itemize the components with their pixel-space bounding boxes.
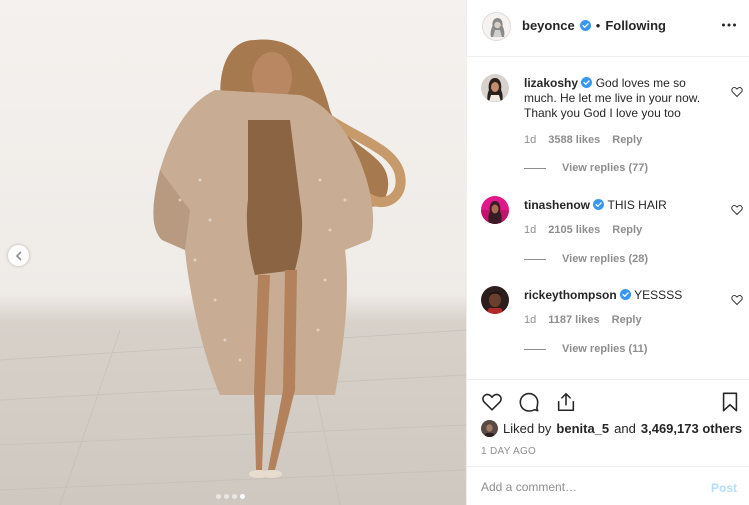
comment-reply-button[interactable]: Reply [612,134,642,146]
header-separator: • [595,18,601,33]
post-comment-button[interactable]: Post [711,481,737,495]
verified-badge-icon [579,20,591,31]
comment-reply-button[interactable]: Reply [612,224,642,236]
carousel-indicator [216,494,245,499]
chevron-left-icon [15,251,21,260]
comment-age: 1d [524,134,537,146]
view-replies-label: View replies (77) [562,162,649,174]
liked-by-prefix: Liked by [503,421,552,436]
liked-by-others[interactable]: 3,469,173 others [641,421,742,436]
follow-status-button[interactable]: Following [605,18,666,33]
view-replies-button[interactable]: View replies (11) [524,343,647,355]
post-header: beyonce • Following [467,0,749,57]
commenter-avatar[interactable] [481,286,509,314]
comment-like-count[interactable]: 3588 likes [548,134,600,146]
carousel-dot [224,494,229,499]
comment-reply-button[interactable]: Reply [612,314,642,326]
comment-content: tinashenow THIS HAIR [524,198,720,213]
comment-text: YESSSS [634,288,683,302]
view-replies-label: View replies (11) [562,343,648,355]
liker-avatar-image [481,420,498,437]
comment-content: lizakoshy God loves me so much. He let m… [524,76,720,121]
comment-meta: 1d 2105 likes Reply [524,224,642,236]
view-replies-label: View replies (28) [562,253,649,265]
carousel-dot-active [240,494,245,499]
comment-username[interactable]: rickeythompson [524,288,617,302]
commenter-avatar-image [481,196,509,224]
likes-summary: Liked by benita_5 and 3,469,173 others [481,420,742,437]
view-replies-button[interactable]: View replies (28) [524,253,648,265]
commenter-avatar-image [481,74,509,102]
liked-by-conjunction: and [614,421,636,436]
commenter-avatar[interactable] [481,196,509,224]
comment-item: rickeythompson YESSSS 1d 1187 likes Repl… [481,286,743,376]
carousel-dot [216,494,221,499]
view-replies-line [524,167,546,169]
author-row: beyonce • Following [522,18,666,33]
carousel-dot [232,494,237,499]
liked-by-user[interactable]: benita_5 [556,421,609,436]
heart-icon[interactable] [731,204,743,216]
commenter-avatar[interactable] [481,74,509,102]
heart-icon[interactable] [731,86,743,98]
share-icon[interactable] [555,391,577,413]
bookmark-icon[interactable] [719,391,741,413]
comment-content: rickeythompson YESSSS [524,288,720,303]
comment-item: lizakoshy God loves me so much. He let m… [481,74,743,184]
post-photo[interactable] [0,0,466,505]
author-username[interactable]: beyonce [522,18,575,33]
post-side-panel: beyonce • Following lizakoshy God loves … [466,0,749,505]
verified-badge-icon [593,199,605,210]
add-comment-input[interactable] [481,478,691,496]
verified-badge-icon [581,77,593,88]
comment-like-count[interactable]: 2105 likes [548,224,600,236]
comment-meta: 1d 3588 likes Reply [524,134,642,146]
view-replies-button[interactable]: View replies (77) [524,162,648,174]
commenter-avatar-image [481,286,509,314]
comment-composer: Post [467,466,749,505]
comment-username[interactable]: lizakoshy [524,76,578,90]
author-avatar[interactable] [482,12,511,41]
heart-icon[interactable] [731,294,743,306]
comment-username[interactable]: tinashenow [524,198,590,212]
heart-icon[interactable] [481,391,503,413]
comment-meta: 1d 1187 likes Reply [524,314,642,326]
author-avatar-image [483,13,510,40]
more-options-icon[interactable] [720,16,738,34]
comments-list[interactable]: lizakoshy God loves me so much. He let m… [467,57,749,379]
comment-icon[interactable] [518,391,540,413]
comment-age: 1d [524,314,537,326]
view-replies-line [524,348,546,350]
view-replies-line [524,258,546,260]
verified-badge-icon [620,289,632,300]
comment-like-count[interactable]: 1187 likes [548,314,599,326]
photo-illustration [0,39,466,505]
comment-text: THIS HAIR [607,198,667,212]
comment-age: 1d [524,224,537,236]
post-modal: beyonce • Following lizakoshy God loves … [0,0,749,505]
liker-avatar[interactable] [481,420,498,437]
post-timestamp[interactable]: 1 DAY AGO [481,446,536,457]
post-action-bar [467,379,749,426]
previous-slide-button[interactable] [8,245,29,266]
comment-item: tinashenow THIS HAIR 1d 2105 likes Reply [481,196,743,286]
